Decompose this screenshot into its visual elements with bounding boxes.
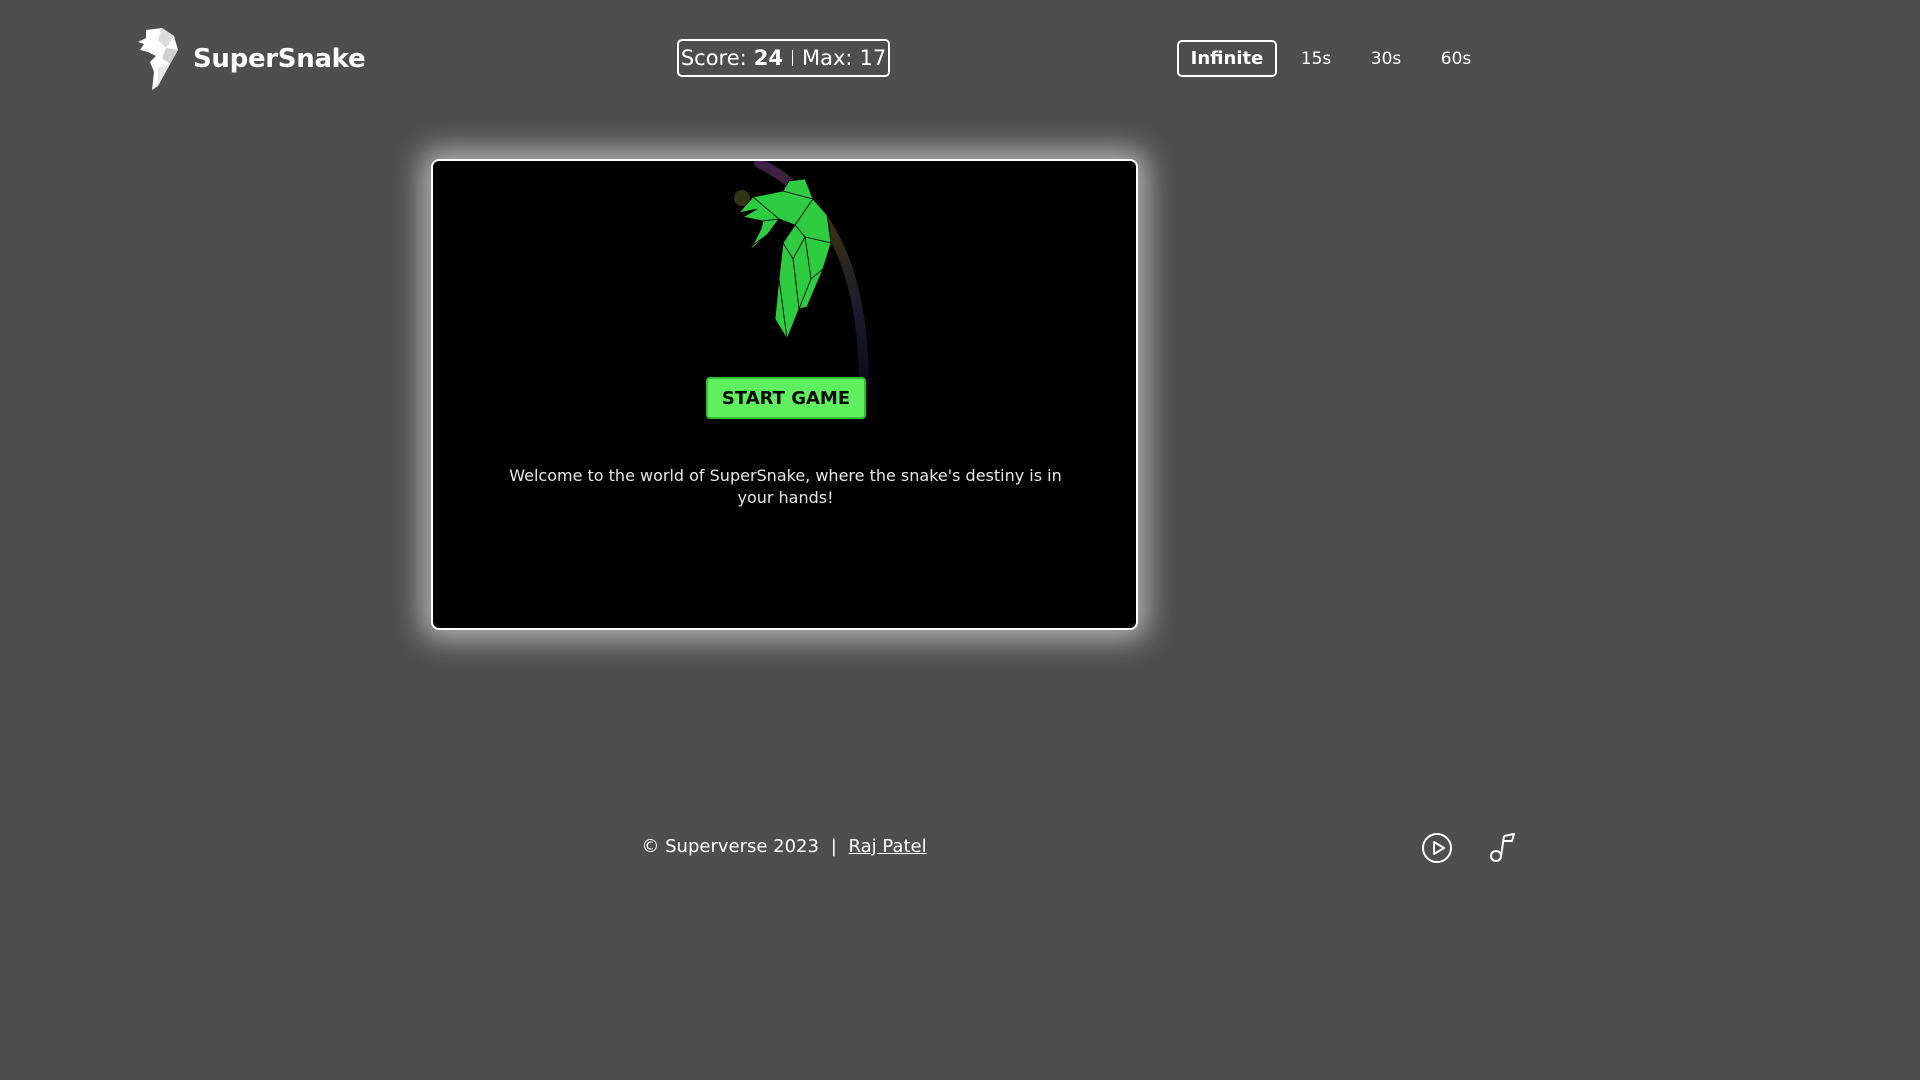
app-root: SuperSnake Score: 24 Max: 17 Infinite 15… — [0, 0, 1568, 882]
score-label: Score: — [680, 46, 747, 70]
snake-logo-icon — [138, 28, 178, 90]
copyright-text: © Superverse 2023 — [641, 836, 819, 857]
music-button[interactable] — [1485, 831, 1519, 865]
game-board[interactable]: START GAME Welcome to the world of Super… — [431, 159, 1138, 630]
score-divider — [791, 50, 793, 66]
mode-selector: Infinite 15s 30s 60s — [1177, 40, 1491, 77]
welcome-message: Welcome to the world of SuperSnake, wher… — [509, 466, 1062, 507]
max-label: Max: — [801, 46, 853, 70]
scoreboard: Score: 24 Max: 17 — [677, 39, 890, 77]
mode-infinite[interactable]: Infinite — [1177, 40, 1277, 77]
brand[interactable]: SuperSnake — [136, 28, 366, 90]
score-value: 24 — [753, 46, 783, 70]
music-note-icon — [1490, 833, 1515, 862]
play-circle-icon — [1422, 833, 1452, 863]
footer: © Superverse 2023 | Raj Patel — [0, 836, 1568, 857]
max-value: 17 — [859, 46, 887, 70]
app-title: SuperSnake — [193, 44, 366, 74]
mode-60s[interactable]: 60s — [1421, 40, 1491, 77]
start-game-button[interactable]: START GAME — [706, 377, 866, 419]
play-button[interactable] — [1420, 831, 1454, 865]
author-link[interactable]: Raj Patel — [849, 836, 927, 857]
footer-separator: | — [830, 836, 837, 857]
mode-15s[interactable]: 15s — [1281, 40, 1351, 77]
mode-30s[interactable]: 30s — [1351, 40, 1421, 77]
